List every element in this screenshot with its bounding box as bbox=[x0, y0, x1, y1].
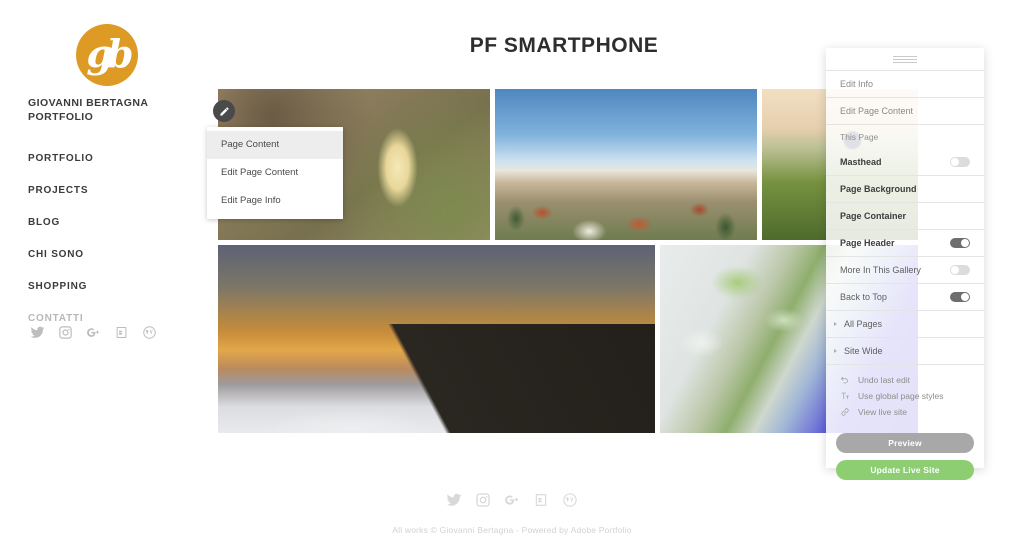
sidebar-item-blog[interactable]: BLOG bbox=[28, 216, 198, 230]
panel-row-page-container[interactable]: Page Container bbox=[826, 203, 984, 229]
logo-monogram: gb bbox=[86, 30, 133, 76]
panel-drag-handle-icon[interactable] bbox=[826, 48, 984, 70]
instagram-icon[interactable] bbox=[475, 492, 491, 508]
gallery-row bbox=[218, 245, 918, 433]
undo-icon bbox=[840, 375, 850, 385]
panel-row-masthead[interactable]: Masthead bbox=[826, 149, 984, 175]
sidebar-nav: PORTFOLIO PROJECTS BLOG CHI SONO SHOPPIN… bbox=[28, 152, 198, 344]
text-style-icon bbox=[840, 391, 850, 401]
more-in-gallery-toggle[interactable] bbox=[950, 265, 970, 275]
panel-label: Edit Page Content bbox=[840, 105, 914, 116]
sidebar-item-projects[interactable]: PROJECTS bbox=[28, 184, 198, 198]
panel-row-edit-info[interactable]: Edit Info bbox=[826, 71, 984, 97]
panel-row-page-background[interactable]: Page Background bbox=[826, 176, 984, 202]
behance-icon[interactable] bbox=[533, 492, 549, 508]
panel-label: Masthead bbox=[840, 156, 882, 167]
photo-mountain-sunset[interactable] bbox=[218, 245, 655, 433]
sidebar-item-portfolio[interactable]: PORTFOLIO bbox=[28, 152, 198, 166]
menu-item-page-content[interactable]: Page Content bbox=[207, 131, 343, 159]
masthead-toggle[interactable] bbox=[950, 157, 970, 167]
googleplus-icon[interactable] bbox=[504, 492, 520, 508]
edit-pencil-icon[interactable] bbox=[213, 100, 235, 122]
behance-icon[interactable] bbox=[114, 325, 129, 340]
sidebar-item-contatti[interactable]: CONTATTI bbox=[28, 312, 198, 326]
panel-label: Site Wide bbox=[844, 345, 883, 356]
panel-label: Page Container bbox=[840, 210, 907, 221]
action-view-live-site[interactable]: View live site bbox=[840, 407, 970, 417]
action-undo-last-edit[interactable]: Undo last edit bbox=[840, 375, 970, 385]
wordpress-icon[interactable] bbox=[142, 325, 157, 340]
menu-item-edit-page-info[interactable]: Edit Page Info bbox=[207, 187, 343, 215]
sidebar: gb GIOVANNI BERTAGNA PORTFOLIO PORTFOLIO… bbox=[0, 0, 210, 553]
instagram-icon[interactable] bbox=[58, 325, 73, 340]
panel-label: All Pages bbox=[844, 318, 883, 329]
panel-label: Back to Top bbox=[840, 291, 887, 302]
panel-row-back-to-top[interactable]: Back to Top bbox=[826, 284, 984, 310]
editor-panel: Edit Info Edit Page Content This Page Ma… bbox=[826, 48, 984, 480]
wordpress-icon[interactable] bbox=[562, 492, 578, 508]
panel-label: Edit Info bbox=[840, 78, 874, 89]
sidebar-social-links bbox=[30, 325, 157, 340]
action-label: Undo last edit bbox=[858, 375, 910, 385]
action-label: Use global page styles bbox=[858, 391, 944, 401]
panel-row-all-pages[interactable]: All Pages bbox=[826, 311, 984, 337]
action-use-global-page-styles[interactable]: Use global page styles bbox=[840, 391, 970, 401]
panel-label: Page Background bbox=[840, 183, 917, 194]
page-context-menu: Page Content Edit Page Content Edit Page… bbox=[207, 127, 343, 219]
preview-button[interactable]: Preview bbox=[836, 433, 974, 453]
panel-label: Page Header bbox=[840, 237, 895, 248]
update-live-site-button[interactable]: Update Live Site bbox=[836, 460, 974, 480]
link-icon bbox=[840, 407, 850, 417]
back-to-top-toggle[interactable] bbox=[950, 292, 970, 302]
photo-coastal-town[interactable] bbox=[495, 89, 757, 240]
sidebar-item-shopping[interactable]: SHOPPING bbox=[28, 280, 198, 294]
brand-line-2: PORTFOLIO bbox=[28, 111, 94, 123]
footer-social-links bbox=[0, 492, 1024, 508]
logo-circle: gb bbox=[76, 24, 138, 86]
action-label: View live site bbox=[858, 407, 907, 417]
sidebar-item-chi-sono[interactable]: CHI SONO bbox=[28, 248, 198, 262]
page-header-toggle[interactable] bbox=[950, 238, 970, 248]
panel-label: More In This Gallery bbox=[840, 264, 921, 275]
brand-title: GIOVANNI BERTAGNA PORTFOLIO bbox=[28, 96, 193, 124]
footer-credit: All works © Giovanni Bertagna - Powered … bbox=[392, 525, 632, 535]
panel-actions: Undo last edit Use global page styles Vi… bbox=[826, 365, 984, 429]
twitter-icon[interactable] bbox=[30, 325, 45, 340]
panel-row-site-wide[interactable]: Site Wide bbox=[826, 338, 984, 364]
panel-buttons: Preview Update Live Site bbox=[826, 429, 984, 480]
panel-row-page-header[interactable]: Page Header bbox=[826, 230, 984, 256]
brand-line-1: GIOVANNI BERTAGNA bbox=[28, 97, 149, 109]
twitter-icon[interactable] bbox=[446, 492, 462, 508]
panel-row-edit-page-content[interactable]: Edit Page Content bbox=[826, 98, 984, 124]
googleplus-icon[interactable] bbox=[86, 325, 101, 340]
panel-label: This Page bbox=[840, 131, 879, 142]
panel-row-more-in-this-gallery[interactable]: More In This Gallery bbox=[826, 257, 984, 283]
site-logo[interactable]: gb bbox=[76, 24, 138, 86]
panel-section-this-page: This Page bbox=[826, 125, 984, 149]
page-title: PF SMARTPHONE bbox=[469, 34, 659, 57]
menu-item-edit-page-content[interactable]: Edit Page Content bbox=[207, 159, 343, 187]
app-root: gb GIOVANNI BERTAGNA PORTFOLIO PORTFOLIO… bbox=[0, 0, 1024, 553]
